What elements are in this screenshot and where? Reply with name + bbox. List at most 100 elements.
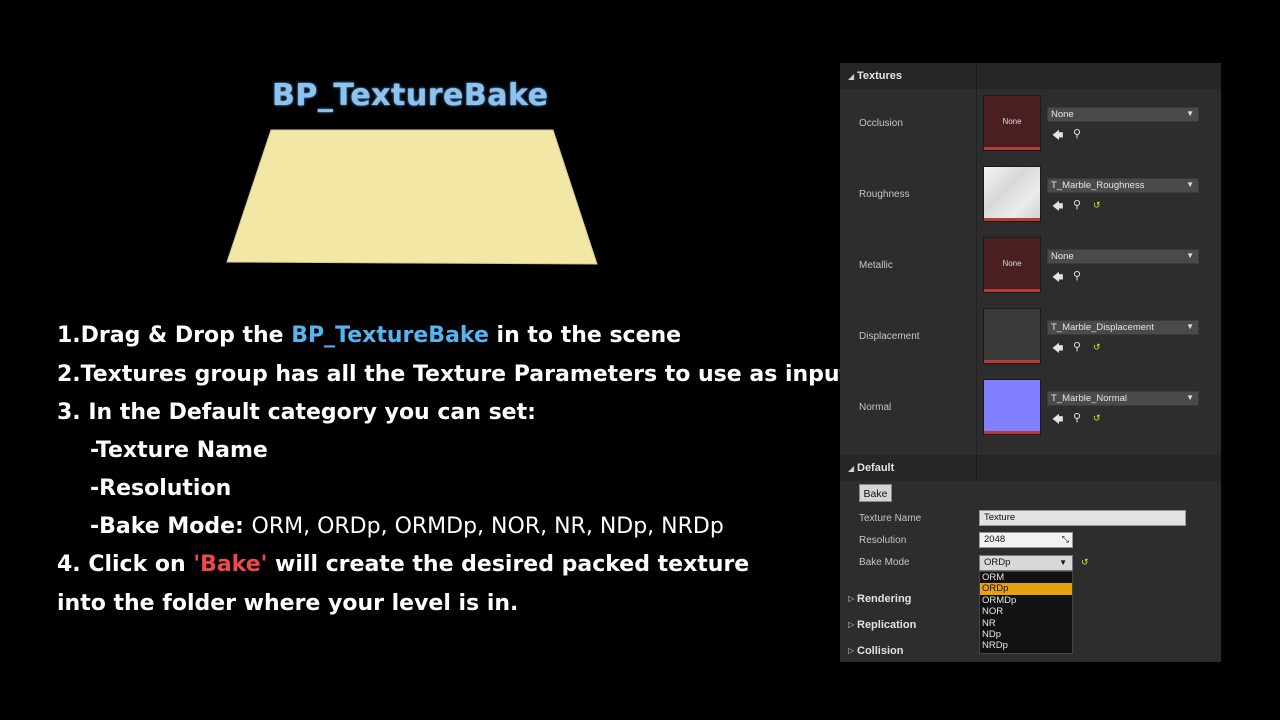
search-icon[interactable]: ⚲ <box>1073 127 1081 140</box>
left-arrow-icon[interactable]: 🡄 <box>1052 269 1063 288</box>
search-icon[interactable]: ⚲ <box>1073 198 1081 211</box>
metallic-texture-thumbnail[interactable]: None <box>983 237 1041 293</box>
thumbnail-bar <box>984 289 1040 292</box>
chevron-down-icon: ▼ <box>1186 109 1194 118</box>
normal-asset-picker[interactable]: T_Marble_Normal ▼ <box>1047 391 1199 406</box>
category-textures[interactable]: ◢ Textures <box>840 63 1221 89</box>
search-icon[interactable]: ⚲ <box>1073 411 1081 424</box>
left-arrow-icon[interactable]: 🡄 <box>1052 127 1063 146</box>
instruction-step-1-text-c: in to the scene <box>488 323 682 348</box>
collapsed-triangle-icon: ▷ <box>848 620 855 629</box>
bake-mode-option[interactable]: NR <box>980 618 1072 629</box>
chevron-down-icon: ▼ <box>1186 180 1194 189</box>
normal-asset-value: T_Marble_Normal <box>1051 393 1128 404</box>
bake-mode-option[interactable]: NOR <box>980 606 1072 617</box>
spin-arrows-icon[interactable]: ⤡ <box>1062 534 1069 545</box>
bake-mode-option[interactable]: ORMDp <box>980 595 1072 606</box>
thumbnail-bar <box>984 147 1040 150</box>
occlusion-texture-thumbnail[interactable]: None <box>983 95 1041 151</box>
resolution-input[interactable]: 2048 ⤡ <box>979 532 1073 548</box>
reset-to-default-icon[interactable]: ↺ <box>1093 200 1101 211</box>
normal-texture-thumbnail[interactable] <box>983 379 1041 435</box>
property-label-metallic: Metallic <box>859 260 893 271</box>
collapsed-triangle-icon: ▷ <box>848 594 855 603</box>
category-collision[interactable]: ▷ Collision <box>840 638 979 662</box>
property-label-texture-name: Texture Name <box>859 513 922 524</box>
bake-mode-option[interactable]: NRDp <box>980 640 1072 651</box>
bake-mode-dropdown-list: ORM ORDp ORMDp NOR NR NDp NRDp <box>979 571 1073 654</box>
chevron-down-icon: ▼ <box>1059 558 1067 567</box>
instruction-step-4-text-c: will create the desired packed texture <box>267 552 750 577</box>
property-label-displacement: Displacement <box>859 331 920 342</box>
metallic-asset-picker[interactable]: None ▼ <box>1047 249 1199 264</box>
column-divider <box>976 63 977 89</box>
instruction-step-4: 4. Click on 'Bake' will create the desir… <box>57 552 749 578</box>
instruction-step-1-text-a: 1.Drag & Drop the <box>57 323 292 348</box>
resolution-value: 2048 <box>984 534 1006 545</box>
details-panel: ◢ Textures Occlusion None None ▼ 🡄 ⚲ Rou… <box>840 63 1221 662</box>
bake-button[interactable]: Bake <box>859 484 892 502</box>
expanded-triangle-icon: ◢ <box>848 464 855 473</box>
texture-name-input[interactable]: Texture <box>979 510 1186 526</box>
instruction-texture-name: -Texture Name <box>90 438 268 463</box>
category-rendering-label: Rendering <box>857 593 912 605</box>
thumbnail-none-text: None <box>1002 117 1022 126</box>
category-replication-label: Replication <box>857 619 917 631</box>
bake-highlight: 'Bake' <box>193 552 268 577</box>
chevron-down-icon: ▼ <box>1186 393 1194 402</box>
blueprint-label: BP_TextureBake <box>272 78 549 113</box>
search-icon[interactable]: ⚲ <box>1073 269 1081 282</box>
expanded-triangle-icon: ◢ <box>848 72 855 81</box>
instruction-bake-mode: -Bake Mode: ORM, ORDp, ORMDp, NOR, NR, N… <box>90 514 724 540</box>
property-label-occlusion: Occlusion <box>859 118 903 129</box>
chevron-down-icon: ▼ <box>1186 251 1194 260</box>
instruction-resolution: -Resolution <box>90 476 232 501</box>
category-rendering[interactable]: ▷ Rendering <box>840 586 979 612</box>
collapsed-triangle-icon: ▷ <box>848 646 855 655</box>
displacement-asset-picker[interactable]: T_Marble_Displacement ▼ <box>1047 320 1199 335</box>
bake-mode-value: ORDp <box>984 557 1011 568</box>
category-collision-label: Collision <box>857 645 904 657</box>
roughness-texture-thumbnail[interactable] <box>983 166 1041 222</box>
search-icon[interactable]: ⚲ <box>1073 340 1081 353</box>
instruction-step-1: 1.Drag & Drop the BP_TextureBake in to t… <box>57 323 681 349</box>
texture-bake-plane <box>226 129 598 265</box>
property-label-roughness: Roughness <box>859 189 910 200</box>
left-arrow-icon[interactable]: 🡄 <box>1052 198 1063 217</box>
reset-to-default-icon[interactable]: ↺ <box>1081 557 1089 568</box>
displacement-asset-value: T_Marble_Displacement <box>1051 322 1154 333</box>
reset-to-default-icon[interactable]: ↺ <box>1093 342 1101 353</box>
bake-mode-option[interactable]: NDp <box>980 629 1072 640</box>
column-divider <box>976 455 977 481</box>
thumbnail-bar <box>984 431 1040 434</box>
displacement-texture-thumbnail[interactable] <box>983 308 1041 364</box>
property-label-normal: Normal <box>859 402 892 413</box>
texture-name-value: Texture <box>984 512 1016 523</box>
roughness-asset-value: T_Marble_Roughness <box>1051 180 1145 191</box>
column-divider <box>976 89 977 453</box>
instruction-bake-mode-label: -Bake Mode: <box>90 514 252 539</box>
bake-mode-option[interactable]: ORM <box>980 572 1072 583</box>
thumbnail-bar <box>984 360 1040 363</box>
instruction-step-2: 2.Textures group has all the Texture Par… <box>57 362 864 387</box>
occlusion-asset-value: None <box>1051 109 1074 120</box>
category-replication[interactable]: ▷ Replication <box>840 612 979 638</box>
bake-mode-select[interactable]: ORDp ▼ <box>979 555 1073 571</box>
property-label-bake-mode: Bake Mode <box>859 557 910 568</box>
occlusion-asset-picker[interactable]: None ▼ <box>1047 107 1199 122</box>
thumbnail-none-text: None <box>1002 259 1022 268</box>
instruction-step-3: 3. In the Default category you can set: <box>57 400 536 425</box>
category-textures-label: Textures <box>857 70 903 82</box>
thumbnail-bar <box>984 218 1040 221</box>
bake-mode-option[interactable]: ORDp <box>980 583 1072 595</box>
category-default-label: Default <box>857 462 895 474</box>
instruction-step-4-continued: into the folder where your level is in. <box>57 591 519 616</box>
reset-to-default-icon[interactable]: ↺ <box>1093 413 1101 424</box>
left-arrow-icon[interactable]: 🡄 <box>1052 340 1063 359</box>
metallic-asset-value: None <box>1051 251 1074 262</box>
category-default[interactable]: ◢ Default <box>840 455 1221 481</box>
roughness-asset-picker[interactable]: T_Marble_Roughness ▼ <box>1047 178 1199 193</box>
chevron-down-icon: ▼ <box>1186 322 1194 331</box>
blueprint-name-highlight: BP_TextureBake <box>291 323 489 348</box>
left-arrow-icon[interactable]: 🡄 <box>1052 411 1063 430</box>
